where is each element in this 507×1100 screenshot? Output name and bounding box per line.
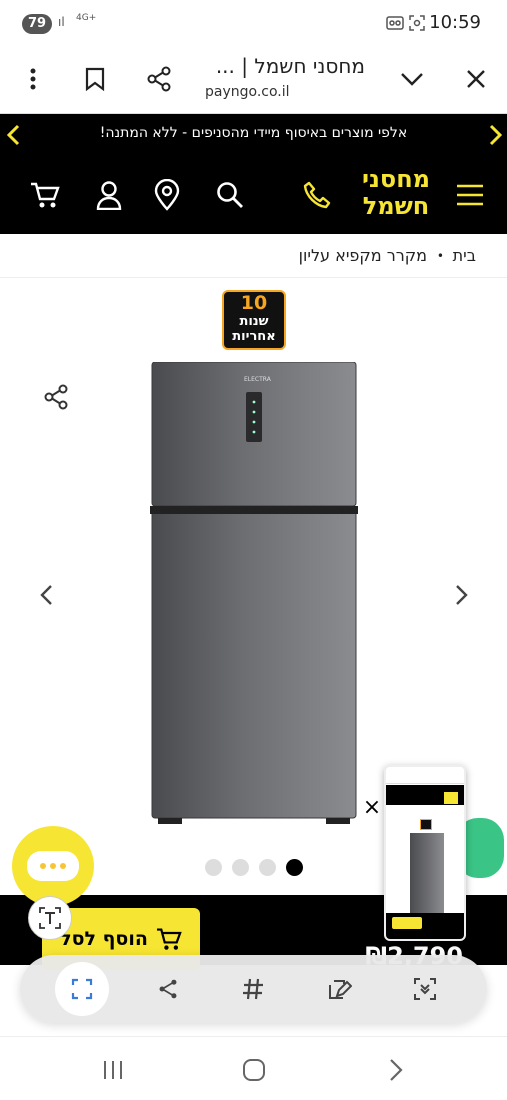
hashtag-button[interactable] [226, 962, 280, 1016]
carousel-dots [205, 859, 305, 877]
scroll-capture-icon [414, 978, 436, 1000]
user-icon[interactable] [92, 178, 126, 212]
edit-button[interactable] [312, 962, 366, 1016]
cart-icon [156, 928, 182, 950]
bookmark-icon[interactable] [80, 64, 110, 94]
search-icon[interactable] [213, 178, 247, 212]
chevron-down-icon[interactable] [397, 64, 427, 94]
location-icon[interactable] [150, 178, 184, 212]
brand-label: ELECTRA [244, 376, 272, 383]
home-icon[interactable] [239, 1057, 269, 1083]
gallery-prev-icon[interactable] [34, 582, 60, 608]
warranty-badge: 10 שנות אחריות [222, 290, 286, 350]
logo-line1: מחסני [361, 165, 431, 193]
thumbnail-close-icon[interactable]: × [362, 797, 382, 819]
carousel-dot[interactable] [232, 859, 249, 876]
warranty-line2: אחריות [232, 329, 276, 344]
hashtag-icon [243, 978, 263, 1000]
logo-line2: חשמל [362, 192, 430, 220]
chat-bubble-icon [27, 851, 79, 881]
back-icon[interactable] [381, 1057, 411, 1083]
warranty-line1: שנות [239, 314, 269, 329]
crop-icon [71, 978, 93, 1000]
share-icon[interactable] [144, 64, 174, 94]
voicemail-icon [386, 16, 404, 30]
system-nav-bar [0, 1036, 507, 1100]
battery-indicator: 79 [22, 14, 52, 34]
close-icon[interactable] [461, 64, 491, 94]
more-icon[interactable] [18, 64, 48, 94]
carousel-dot[interactable] [205, 859, 222, 876]
clock: 10:59 [429, 12, 481, 33]
site-header: מחסני חשמל [0, 156, 507, 234]
breadcrumb-current: מקרר מקפיא עליון [298, 246, 427, 265]
url-text[interactable]: payngo.co.il [205, 84, 290, 100]
browser-bar: מחסני חשמל | ... payngo.co.il [0, 48, 507, 114]
breadcrumb: בית • מקרר מקפיא עליון [0, 234, 507, 278]
text-scan-icon [39, 907, 61, 929]
chevron-right-icon[interactable] [485, 123, 505, 147]
phone-icon[interactable] [300, 178, 334, 212]
screenshot-toolbar [20, 955, 487, 1023]
network-type: 4G+ [76, 13, 97, 23]
crop-button[interactable] [55, 962, 109, 1016]
screenshot-icon [409, 15, 425, 31]
screenshot-thumbnail[interactable] [384, 765, 466, 941]
gallery-next-icon[interactable] [448, 582, 474, 608]
edit-icon [329, 980, 352, 999]
promo-banner: אלפי מוצרים באיסוף מיידי מהסניפים - ללא … [0, 114, 507, 156]
extract-text-button[interactable] [28, 896, 72, 940]
promo-text[interactable]: אלפי מוצרים באיסוף מיידי מהסניפים - ללא … [0, 125, 507, 141]
recent-apps-icon[interactable] [98, 1057, 128, 1083]
warranty-years: 10 [240, 292, 268, 314]
breadcrumb-separator: • [436, 249, 444, 263]
signal-icon: ıl [58, 15, 65, 29]
breadcrumb-home[interactable]: בית [453, 246, 476, 265]
product-image[interactable]: ELECTRA [150, 362, 358, 826]
share-icon [159, 979, 177, 999]
page-title: מחסני חשמל | ... [215, 54, 365, 78]
share-screenshot-button[interactable] [141, 962, 195, 1016]
chat-button[interactable] [12, 826, 94, 906]
scroll-capture-button[interactable] [398, 962, 452, 1016]
cart-icon[interactable] [28, 178, 62, 212]
add-to-cart-label: הוסף לסל [60, 928, 148, 950]
status-bar: 79 ıl 4G+ 10:59 [0, 0, 507, 48]
product-share-icon[interactable] [42, 383, 70, 411]
site-logo[interactable]: מחסני חשמל [360, 166, 432, 224]
menu-icon[interactable] [453, 178, 487, 212]
carousel-dot[interactable] [259, 859, 276, 876]
carousel-dot[interactable] [286, 859, 303, 876]
